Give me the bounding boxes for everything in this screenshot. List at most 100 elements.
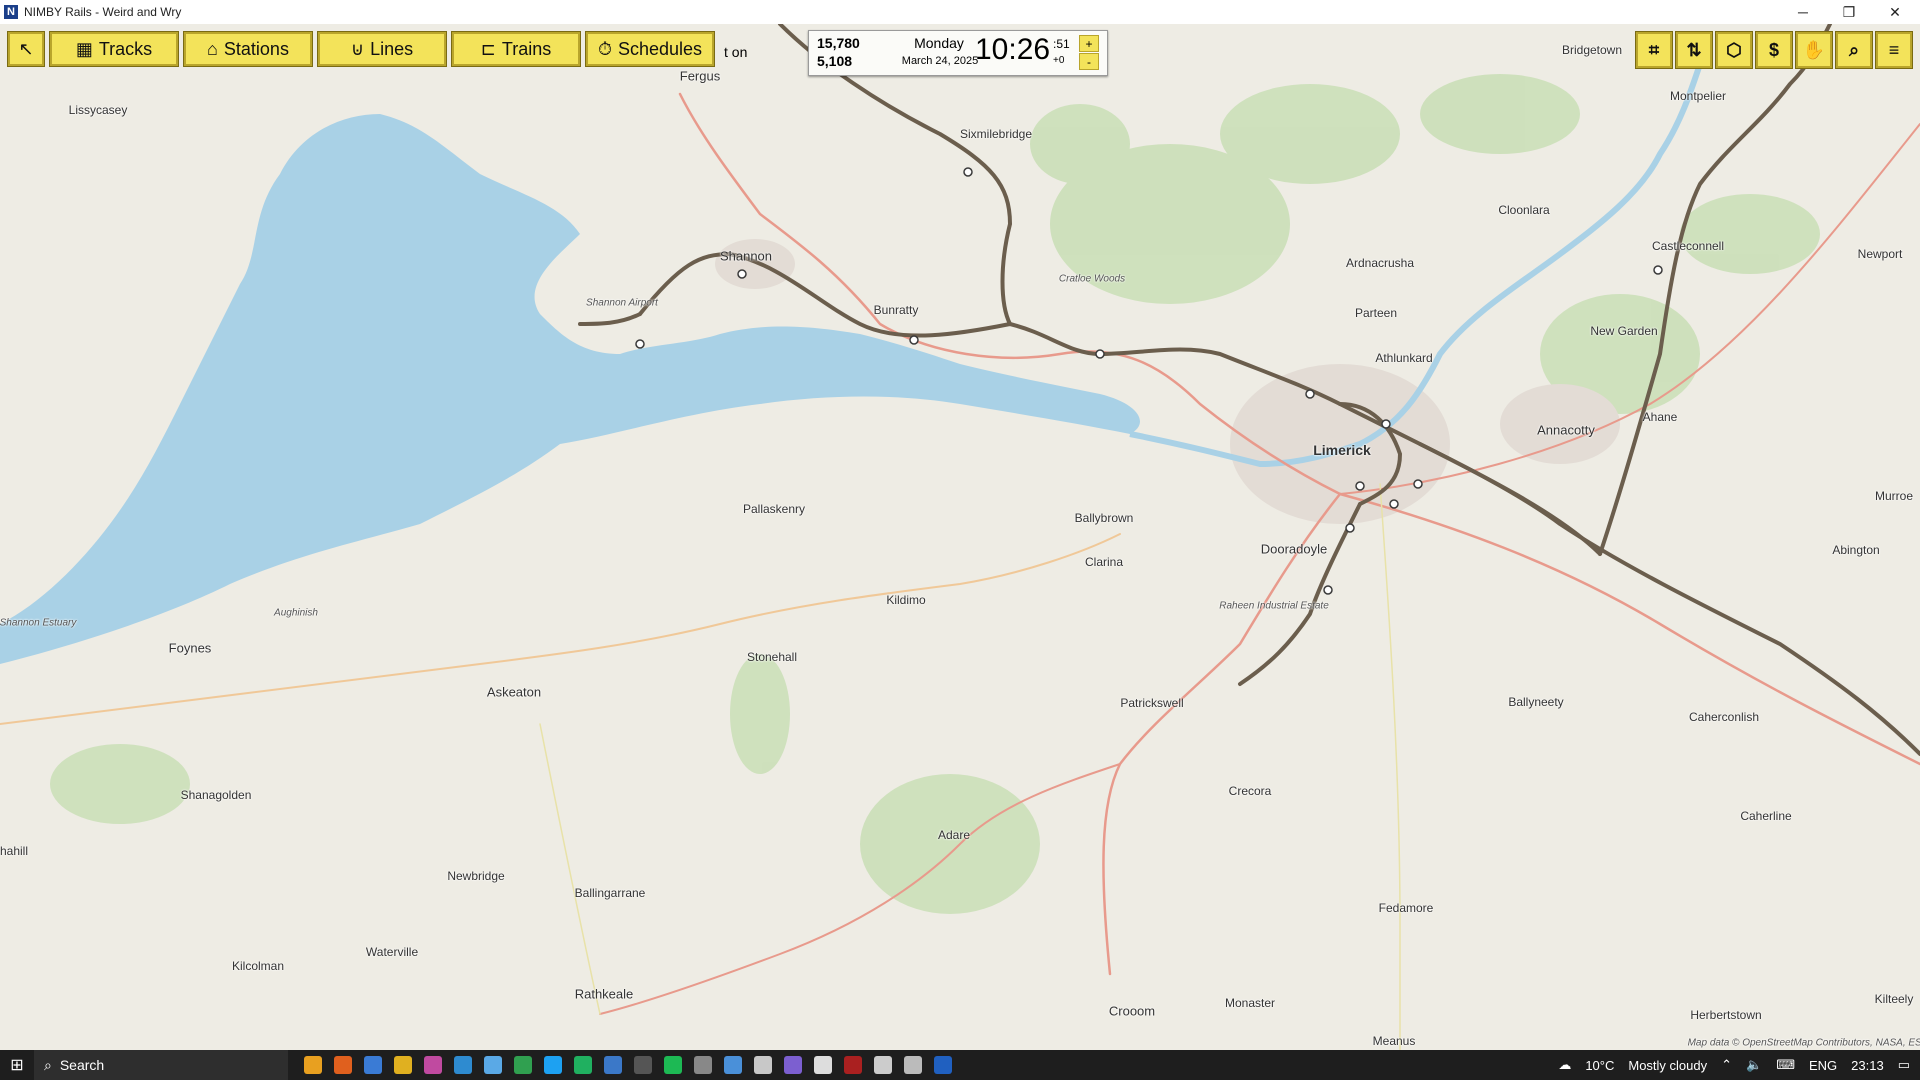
map-label: Pallaskenry xyxy=(742,502,806,516)
tracks-button[interactable]: ▦ Tracks xyxy=(50,32,178,66)
map-label: Stonehall xyxy=(746,650,798,664)
minimize-button[interactable]: ─ xyxy=(1780,0,1826,24)
windows-icon[interactable]: ⊞ xyxy=(0,1050,34,1080)
taskbar-app-icon[interactable] xyxy=(874,1056,892,1074)
map-label: hahill xyxy=(0,844,29,858)
taskbar-app-icon[interactable] xyxy=(484,1056,502,1074)
stations-icon: ⌂ xyxy=(207,38,218,59)
map-label: New Garden xyxy=(1590,324,1658,338)
weekday: Monday xyxy=(914,35,964,51)
map-label: Newbridge xyxy=(447,869,505,883)
map-button[interactable]: ⌗ xyxy=(1636,32,1672,68)
taskbar-app-icon[interactable] xyxy=(634,1056,652,1074)
taskbar-app-icon[interactable] xyxy=(814,1056,832,1074)
chevron-up-icon[interactable]: ⌃ xyxy=(1721,1057,1732,1073)
sort-icon: ⇅ xyxy=(1686,39,1702,60)
taskbar-app-icon[interactable] xyxy=(844,1056,862,1074)
taskbar-app-icon[interactable] xyxy=(304,1056,322,1074)
search-box[interactable]: ⌕ Search xyxy=(34,1050,288,1080)
hand-money-icon: ✋ xyxy=(1802,39,1826,60)
keyboard-icon[interactable]: ⌨ xyxy=(1776,1057,1795,1073)
lines-label: Lines xyxy=(370,38,414,59)
taskbar-app-icon[interactable] xyxy=(604,1056,622,1074)
lines-icon: ⊍ xyxy=(350,38,365,59)
map-label: Clarina xyxy=(1084,555,1124,569)
schedules-button[interactable]: ⏱ Schedules xyxy=(586,32,714,66)
trains-label: Trains xyxy=(501,38,552,59)
stations-label: Stations xyxy=(223,38,289,59)
date: March 24, 2025 xyxy=(901,55,979,67)
map-label: Shanagolden xyxy=(180,788,252,802)
weather-icon: ☁ xyxy=(1558,1057,1572,1072)
main-toolbar: ↖ ▦ Tracks ⌂ Stations ⊍ Lines ⊏ Trains ⏱ Sche… xyxy=(8,32,747,72)
taskbar-apps xyxy=(304,1056,952,1074)
taskbar-app-icon[interactable] xyxy=(934,1056,952,1074)
search-icon: ⌕ xyxy=(1848,39,1860,60)
map-label: Caherconlish xyxy=(1688,710,1760,724)
language[interactable]: ENG xyxy=(1809,1058,1837,1073)
map-label: Ballingarrane xyxy=(574,886,646,900)
sort-button[interactable]: ⇅ xyxy=(1676,32,1712,68)
map-label: Newport xyxy=(1857,247,1903,261)
map-label: Dooradoyle xyxy=(1260,541,1328,557)
hand-money-button[interactable]: ✋ xyxy=(1796,32,1832,68)
search-button[interactable]: ⌕ xyxy=(1836,32,1872,68)
taskbar-app-icon[interactable] xyxy=(694,1056,712,1074)
close-button[interactable]: ✕ xyxy=(1872,0,1918,24)
map-label: Patrickswell xyxy=(1120,696,1184,710)
clock-panel: 15,780 5,108 Monday March 24, 2025 10:26… xyxy=(808,30,1108,76)
map-label: Fedamore xyxy=(1378,901,1434,915)
taskbar-app-icon[interactable] xyxy=(514,1056,532,1074)
volume-icon[interactable]: 🔈 xyxy=(1746,1057,1762,1073)
lines-button[interactable]: ⊍ Lines xyxy=(318,32,446,66)
map-label: Annacotty xyxy=(1537,422,1595,438)
right-toolbar: ⌗ ⇅ ⬡ $ ✋ ⌕ ≡ xyxy=(1636,32,1912,68)
clock-time: 10:26 xyxy=(975,33,1051,66)
taskbar-app-icon[interactable] xyxy=(394,1056,412,1074)
map-label: Crecora xyxy=(1228,784,1272,798)
map-label: Parteen xyxy=(1354,306,1398,320)
map-canvas[interactable] xyxy=(0,24,1920,1050)
restore-button[interactable]: ❐ xyxy=(1826,0,1872,24)
map-label: Map data © OpenStreetMap Contributors, N… xyxy=(1687,1037,1920,1049)
time-offset: +0 xyxy=(1053,55,1065,66)
taskbar-app-icon[interactable] xyxy=(544,1056,562,1074)
taskbar-app-icon[interactable] xyxy=(454,1056,472,1074)
notification-icon[interactable]: ▭ xyxy=(1898,1057,1910,1073)
tag-button[interactable]: ⬡ xyxy=(1716,32,1752,68)
taskbar: ⊞ ⌕ Search ☁ 10°C Mostly cloudy ⌃ 🔈 ⌨ EN… xyxy=(0,1050,1920,1080)
taskbar-app-icon[interactable] xyxy=(904,1056,922,1074)
map-label: Kildimo xyxy=(886,593,926,607)
map-label: Lissycasey xyxy=(68,103,128,117)
taskbar-app-icon[interactable] xyxy=(664,1056,682,1074)
taskbar-app-icon[interactable] xyxy=(754,1056,772,1074)
map-label: Ardnacrusha xyxy=(1345,256,1415,270)
taskbar-app-icon[interactable] xyxy=(364,1056,382,1074)
riders-value: 5,108 xyxy=(817,53,853,69)
map-label: Shannon Airport xyxy=(586,297,658,309)
schedules-label: Schedules xyxy=(618,38,703,59)
tray-time[interactable]: 23:13 xyxy=(1851,1058,1884,1073)
map-label: Ballybrown xyxy=(1074,511,1134,525)
trains-button[interactable]: ⊏ Trains xyxy=(452,32,580,66)
taskbar-app-icon[interactable] xyxy=(784,1056,802,1074)
dollar-button[interactable]: $ xyxy=(1756,32,1792,68)
map-icon: ⌗ xyxy=(1648,39,1660,60)
stations-button[interactable]: ⌂ Stations xyxy=(184,32,312,66)
taskbar-app-icon[interactable] xyxy=(574,1056,592,1074)
slow-down-button[interactable]: - xyxy=(1079,53,1099,70)
menu-button[interactable]: ≡ xyxy=(1876,32,1912,68)
taskbar-app-icon[interactable] xyxy=(724,1056,742,1074)
taskbar-app-icon[interactable] xyxy=(334,1056,352,1074)
taskbar-app-icon[interactable] xyxy=(424,1056,442,1074)
weather-temp: 10°C xyxy=(1585,1057,1615,1073)
overflow-text: t on xyxy=(724,44,748,60)
select-tool-button[interactable]: ↖ xyxy=(8,32,44,66)
map-label: Shannon xyxy=(719,248,773,264)
search-icon: ⌕ xyxy=(44,1056,52,1073)
speed-up-button[interactable]: + xyxy=(1079,35,1099,52)
stopwatch-icon: ⏱ xyxy=(597,38,612,59)
map-label: Sixmilebridge xyxy=(959,127,1033,141)
map-label: Askeaton xyxy=(486,684,542,700)
map-label: Meanus xyxy=(1372,1034,1416,1048)
